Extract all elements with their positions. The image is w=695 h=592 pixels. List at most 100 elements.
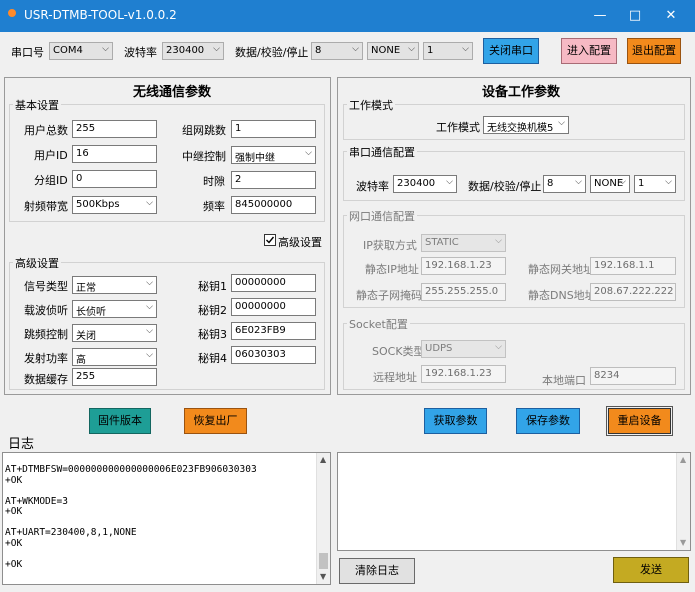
uart-parity-select[interactable]: NONE ⌵ (590, 175, 630, 193)
log-output[interactable]: AT+DTMBFSW=000000000000000006E023FB90603… (2, 452, 331, 585)
key1-label: 秘钥1 (198, 280, 227, 293)
save-params-button[interactable]: 保存参数 (516, 408, 580, 434)
key2-input[interactable]: 00000000 (231, 298, 316, 316)
device-title: 设备工作参数 (482, 85, 561, 100)
uart-baud-label: 波特率 (356, 180, 389, 193)
group-id-label: 分组ID (34, 174, 68, 187)
send-button[interactable]: 发送 (613, 557, 689, 583)
scroll-down-icon[interactable]: ▼ (680, 538, 686, 547)
parity-select[interactable]: NONE ⌵ (367, 42, 419, 60)
scroll-up-icon[interactable]: ▲ (680, 455, 686, 464)
chevron-down-icon: ⌵ (146, 350, 153, 360)
close-port-button[interactable]: 关闭串口 (483, 38, 539, 64)
static-ip-input[interactable]: 192.168.1.23 (421, 257, 506, 275)
send-input[interactable]: ▲ ▼ (337, 452, 691, 551)
advanced-checkbox-label[interactable]: 高级设置 (278, 234, 322, 250)
chevron-down-icon: ⌵ (213, 44, 220, 54)
advanced-checkbox[interactable] (264, 234, 276, 246)
advanced-settings-title: 高级设置 (13, 255, 61, 271)
dps-label: 数据/校验/停止 (235, 46, 309, 59)
bandwidth-select[interactable]: 500Kbps ⌵ (72, 196, 157, 214)
local-port-label: 本地端口 (542, 374, 586, 387)
port-label: 串口号 (11, 46, 44, 59)
restart-device-button[interactable]: 重启设备 (606, 406, 673, 436)
local-port-input[interactable]: 8234 (590, 367, 676, 385)
group-id-input[interactable]: 0 (72, 170, 157, 188)
chevron-down-icon: ⌵ (462, 44, 469, 54)
buffer-input[interactable]: 255 (72, 368, 157, 386)
chevron-down-icon: ⌵ (305, 148, 312, 158)
baud-select[interactable]: 230400 ⌵ (162, 42, 224, 60)
scroll-thumb[interactable] (319, 553, 328, 569)
user-id-input[interactable]: 16 (72, 145, 157, 163)
exit-config-button[interactable]: 退出配置 (627, 38, 681, 64)
firmware-version-button[interactable]: 固件版本 (89, 408, 151, 434)
clear-log-button[interactable]: 清除日志 (339, 558, 415, 584)
data-bits-select[interactable]: 8 ⌵ (311, 42, 363, 60)
enter-config-button[interactable]: 进入配置 (561, 38, 617, 64)
key4-input[interactable]: 06030303 (231, 346, 316, 364)
buffer-label: 数据缓存 (24, 373, 68, 386)
stop-bits-select[interactable]: 1 ⌵ (423, 42, 473, 60)
wireless-title: 无线通信参数 (133, 85, 212, 100)
scroll-up-icon[interactable]: ▲ (320, 455, 326, 464)
user-id-label: 用户ID (34, 149, 68, 162)
chevron-down-icon: ⌵ (352, 44, 359, 54)
chevron-down-icon: ⌵ (146, 198, 153, 208)
chevron-down-icon: ⌵ (146, 278, 153, 288)
sock-type-label: SOCK类型 (372, 345, 425, 358)
user-total-label: 用户总数 (24, 124, 68, 137)
sock-type-select[interactable]: UDPS ⌵ (421, 340, 506, 358)
key3-label: 秘钥3 (198, 328, 227, 341)
chevron-down-icon: ⌵ (408, 44, 415, 54)
freq-label: 频率 (203, 200, 225, 213)
slot-label: 时隙 (203, 175, 225, 188)
work-mode-group-title: 工作模式 (347, 97, 395, 113)
remote-input[interactable]: 192.168.1.23 (421, 365, 506, 383)
uart-stop-bits-select[interactable]: 1 ⌵ (634, 175, 676, 193)
uart-baud-select[interactable]: 230400 ⌵ (393, 175, 457, 193)
key1-input[interactable]: 00000000 (231, 274, 316, 292)
chevron-down-icon: ⌵ (558, 118, 565, 128)
socket-config-title: Socket配置 (347, 316, 410, 332)
port-select[interactable]: COM4 ⌵ (49, 42, 113, 60)
maximize-button[interactable]: □ (620, 6, 650, 26)
user-total-input[interactable]: 255 (72, 120, 157, 138)
scroll-down-icon[interactable]: ▼ (320, 572, 326, 581)
relay-select[interactable]: 强制中继 ⌵ (231, 146, 316, 164)
factory-reset-button[interactable]: 恢复出厂 (184, 408, 247, 434)
app-logo-icon (7, 8, 17, 18)
power-select[interactable]: 高 ⌵ (72, 348, 157, 366)
freq-input[interactable]: 845000000 (231, 196, 316, 214)
chevron-down-icon: ⌵ (446, 177, 453, 187)
hop-select[interactable]: 关闭 ⌵ (72, 324, 157, 342)
signal-type-select[interactable]: 正常 ⌵ (72, 276, 157, 294)
log-scrollbar[interactable]: ▲ ▼ (316, 453, 330, 584)
ip-mode-label: IP获取方式 (363, 239, 417, 252)
mask-label: 静态子网掩码 (356, 289, 422, 302)
hop-label: 跳频控制 (24, 328, 68, 341)
chevron-down-icon: ⌵ (619, 177, 626, 187)
listen-select[interactable]: 长侦听 ⌵ (72, 300, 157, 318)
mask-input[interactable]: 255.255.255.0 (421, 283, 506, 301)
net-hops-input[interactable]: 1 (231, 120, 316, 138)
listen-label: 载波侦听 (24, 304, 68, 317)
key3-input[interactable]: 6E023FB9 (231, 322, 316, 340)
relay-label: 中继控制 (182, 150, 226, 163)
close-button[interactable]: ✕ (656, 6, 686, 26)
ip-mode-select[interactable]: STATIC ⌵ (421, 234, 506, 252)
work-mode-select[interactable]: 无线交换机模5 ⌵ (483, 116, 569, 134)
get-params-button[interactable]: 获取参数 (424, 408, 487, 434)
baud-label: 波特率 (124, 46, 157, 59)
slot-input[interactable]: 2 (231, 171, 316, 189)
chevron-down-icon: ⌵ (665, 177, 672, 187)
title-bar: USR-DTMB-TOOL-v1.0.0.2 — □ ✕ (0, 0, 695, 32)
send-scrollbar[interactable]: ▲ ▼ (676, 453, 690, 550)
uart-data-bits-select[interactable]: 8 ⌵ (543, 175, 586, 193)
static-ip-label: 静态IP地址 (365, 263, 419, 276)
gateway-input[interactable]: 192.168.1.1 (590, 257, 676, 275)
dns-input[interactable]: 208.67.222.222 (590, 283, 676, 301)
chevron-down-icon: ⌵ (146, 326, 153, 336)
minimize-button[interactable]: — (585, 6, 615, 26)
dns-label: 静态DNS地址 (528, 289, 596, 302)
